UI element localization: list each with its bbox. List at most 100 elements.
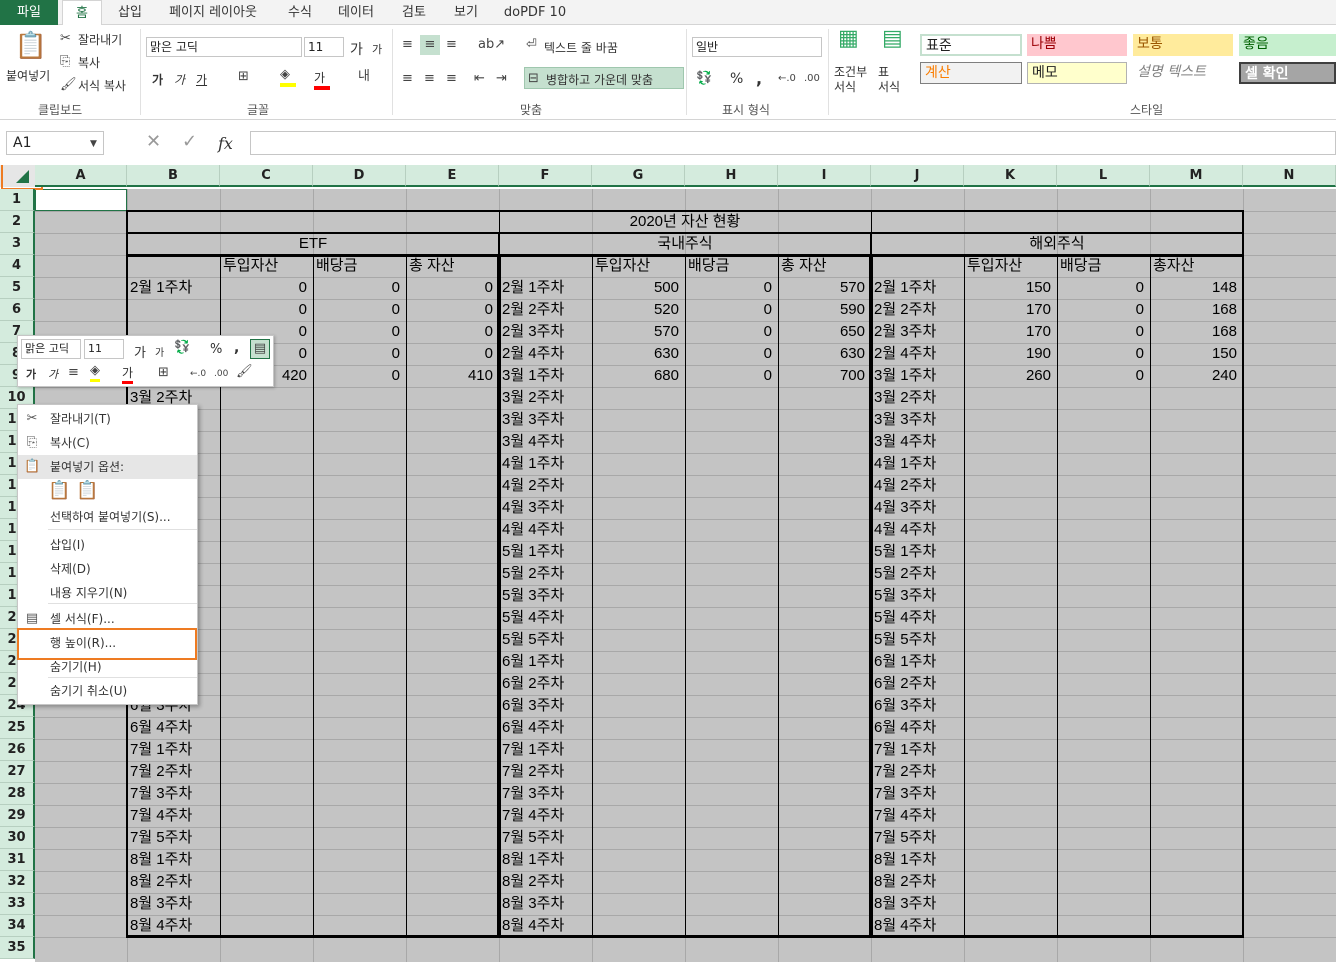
cell[interactable]: 8월 4주차 <box>871 915 964 937</box>
cell[interactable]: 8월 1주차 <box>127 849 220 871</box>
cell[interactable]: 배당금 <box>313 255 406 277</box>
cell[interactable]: 0 <box>313 299 406 321</box>
cell[interactable]: 0 <box>220 299 313 321</box>
cell[interactable]: 680 <box>592 365 685 387</box>
mini-shrink-font-button[interactable]: 가 <box>155 344 164 359</box>
row-header-1[interactable]: 1 <box>0 189 35 211</box>
format-table-button[interactable]: 표 서식 <box>878 65 900 95</box>
tab-5[interactable]: 데이터 <box>330 0 382 25</box>
align-bottom-icon[interactable]: ≡ <box>446 37 457 53</box>
cell[interactable]: 7월 5주차 <box>127 827 220 849</box>
cell[interactable]: 총 자산 <box>406 255 499 277</box>
style-check-cell[interactable]: 셀 확인 <box>1239 62 1336 84</box>
underline-button[interactable]: 가 <box>196 71 207 88</box>
cell[interactable]: 410 <box>406 365 499 387</box>
column-header-F[interactable]: F <box>499 165 592 187</box>
cell[interactable]: 168 <box>1150 299 1243 321</box>
column-header-A[interactable]: A <box>35 165 127 187</box>
cell[interactable]: 6월 4주차 <box>871 717 964 739</box>
row-header-30[interactable]: 30 <box>0 827 35 849</box>
orientation-icon[interactable]: ab↗ <box>478 37 505 53</box>
cell[interactable]: 170 <box>964 299 1057 321</box>
cell[interactable]: 5월 5주차 <box>499 629 592 651</box>
cell[interactable]: 0 <box>406 321 499 343</box>
style-normal[interactable]: 표준 <box>920 34 1022 56</box>
paste-option-icon[interactable]: 📋 <box>48 481 70 501</box>
row-header-6[interactable]: 6 <box>0 299 35 321</box>
cell[interactable]: 8월 1주차 <box>499 849 592 871</box>
cell[interactable]: 7월 3주차 <box>127 783 220 805</box>
cell[interactable]: 3월 2주차 <box>499 387 592 409</box>
cell[interactable]: 650 <box>778 321 871 343</box>
cell[interactable]: 5월 2주차 <box>499 563 592 585</box>
cell[interactable]: 0 <box>685 277 778 299</box>
cell[interactable]: 520 <box>592 299 685 321</box>
active-cell[interactable] <box>35 189 127 211</box>
cell[interactable]: 6월 4주차 <box>127 717 220 739</box>
cell[interactable]: 총자산 <box>1150 255 1243 277</box>
bold-button[interactable]: 가 <box>152 71 163 88</box>
cell[interactable]: 0 <box>220 277 313 299</box>
cell[interactable]: 168 <box>1150 321 1243 343</box>
cell[interactable]: 0 <box>313 277 406 299</box>
column-header-J[interactable]: J <box>871 165 964 187</box>
row-header-34[interactable]: 34 <box>0 915 35 937</box>
cell[interactable]: 7월 1주차 <box>871 739 964 761</box>
copy-button[interactable]: 복사 <box>78 54 100 71</box>
tab-6[interactable]: 검토 <box>394 0 434 25</box>
cell[interactable]: 8월 4주차 <box>127 915 220 937</box>
font-name-select[interactable]: 맑은 고딕 <box>146 37 302 57</box>
mini-bold-button[interactable]: 가 <box>26 366 36 382</box>
cell[interactable]: 8월 1주차 <box>871 849 964 871</box>
cell[interactable]: 총 자산 <box>778 255 871 277</box>
cell[interactable]: 5월 4주차 <box>499 607 592 629</box>
row-header-32[interactable]: 32 <box>0 871 35 893</box>
cell[interactable]: 0 <box>1057 343 1150 365</box>
cell[interactable]: 6월 1주차 <box>871 651 964 673</box>
column-header-K[interactable]: K <box>964 165 1057 187</box>
cell[interactable]: 배당금 <box>1057 255 1150 277</box>
row-header-28[interactable]: 28 <box>0 783 35 805</box>
cell[interactable]: 6월 4주차 <box>499 717 592 739</box>
conditional-format-button[interactable]: 조건부 서식 <box>834 65 867 95</box>
cell[interactable]: 260 <box>964 365 1057 387</box>
cell[interactable]: 5월 2주차 <box>871 563 964 585</box>
mini-italic-button[interactable]: 가 <box>48 366 58 382</box>
formula-input[interactable] <box>250 131 1336 155</box>
cell[interactable]: 0 <box>685 343 778 365</box>
cell[interactable]: 630 <box>778 343 871 365</box>
cell[interactable]: 0 <box>406 277 499 299</box>
row-header-5[interactable]: 5 <box>0 277 35 299</box>
cell[interactable]: 3월 1주차 <box>499 365 592 387</box>
column-header-B[interactable]: B <box>127 165 220 187</box>
cell[interactable]: 0 <box>1057 365 1150 387</box>
cell[interactable]: 7월 4주차 <box>127 805 220 827</box>
cell[interactable]: 8월 2주차 <box>499 871 592 893</box>
cut-button[interactable]: 잘라내기 <box>78 31 122 48</box>
cell[interactable]: 투입자산 <box>964 255 1057 277</box>
paste-button[interactable]: 붙여넣기 <box>6 67 50 84</box>
tab-1[interactable]: 홈 <box>62 0 102 26</box>
cell[interactable]: 4월 2주차 <box>499 475 592 497</box>
mini-decrease-decimal-icon[interactable]: .00 <box>214 366 228 382</box>
cell[interactable]: 6월 3주차 <box>871 695 964 717</box>
cell[interactable]: 0 <box>1057 277 1150 299</box>
cell[interactable]: 6월 2주차 <box>499 673 592 695</box>
enter-icon[interactable]: ✓ <box>182 133 197 151</box>
cell[interactable]: 5월 1주차 <box>871 541 964 563</box>
context-menu-item-6[interactable]: 내용 지우기(N) <box>18 581 197 605</box>
cell[interactable]: 570 <box>778 277 871 299</box>
tab-0[interactable]: 파일 <box>0 0 58 25</box>
currency-icon[interactable]: 💱 <box>696 71 712 87</box>
column-header-C[interactable]: C <box>220 165 313 187</box>
context-menu-item-0[interactable]: ✂ 잘라내기(T) <box>18 407 197 431</box>
context-menu-item-5[interactable]: 삭제(D) <box>18 557 197 581</box>
row-header-2[interactable]: 2 <box>0 211 35 233</box>
comma-button[interactable]: , <box>756 69 762 88</box>
cell[interactable]: 투입자산 <box>220 255 313 277</box>
percent-button[interactable]: % <box>730 71 743 87</box>
tab-8[interactable]: doPDF 10 <box>500 0 570 25</box>
cell[interactable]: 0 <box>313 365 406 387</box>
cell[interactable]: 7월 2주차 <box>127 761 220 783</box>
style-calculation[interactable]: 계산 <box>920 62 1022 84</box>
